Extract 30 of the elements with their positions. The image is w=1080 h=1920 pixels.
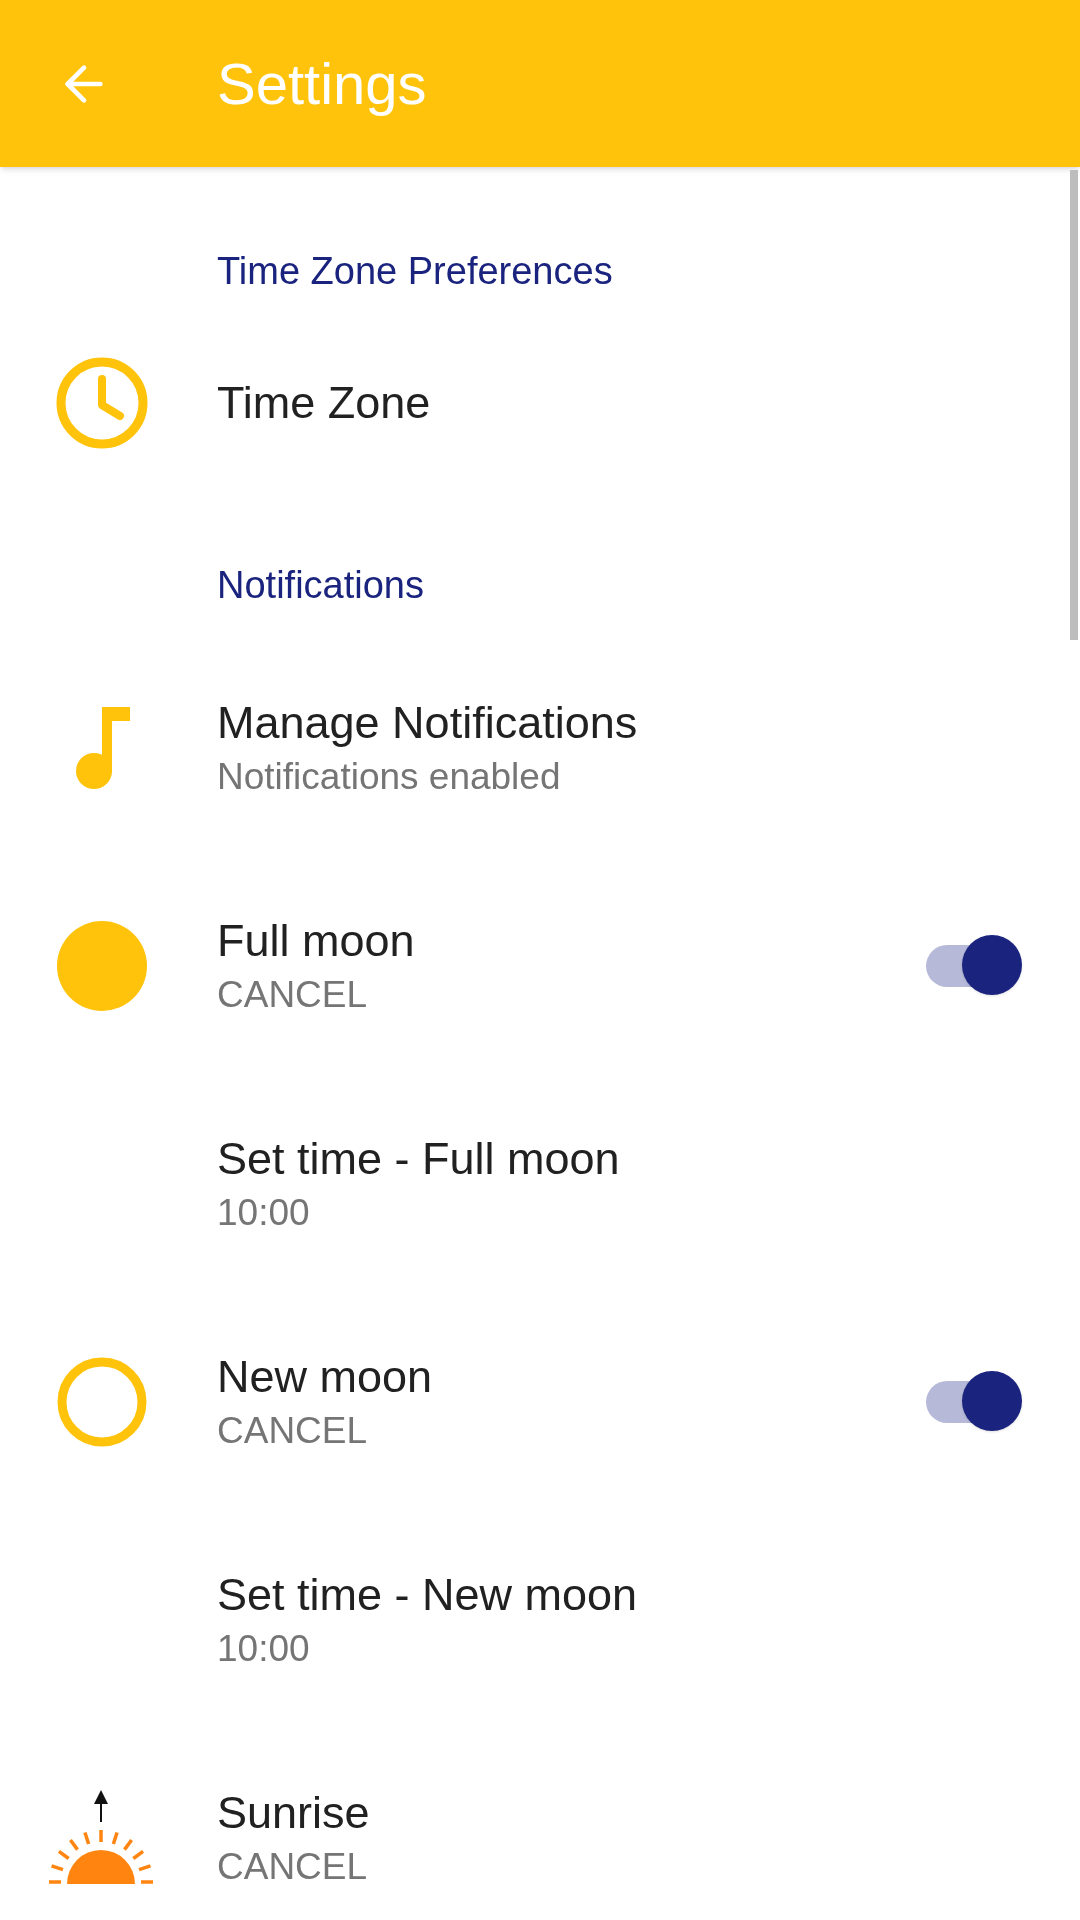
row-subtitle: CANCEL	[217, 973, 369, 1017]
section-header: Notifications	[217, 562, 424, 608]
row-subtitle: 10:00	[217, 1191, 311, 1235]
row-subtitle: CANCEL	[217, 1409, 369, 1453]
row-title: Manage Notifications	[217, 696, 639, 750]
music-note-icon	[74, 707, 130, 789]
settings-row[interactable]: Set time - Full moon 10:00	[0, 1075, 1080, 1293]
toggle-switch[interactable]	[926, 1371, 1022, 1433]
settings-row[interactable]: Manage Notifications Notifications enabled	[0, 639, 1080, 857]
section-header: Time Zone Preferences	[217, 248, 613, 294]
row-title: Time Zone	[217, 376, 432, 430]
row-title: Full moon	[217, 914, 416, 968]
clock-icon	[56, 357, 148, 449]
settings-row[interactable]: Sunrise CANCEL	[0, 1729, 1080, 1920]
settings-row[interactable]: New moon CANCEL	[0, 1293, 1080, 1511]
row-subtitle: CANCEL	[217, 1845, 369, 1889]
row-subtitle: 10:00	[217, 1627, 311, 1671]
settings-row[interactable]: Time Zone	[0, 325, 1080, 481]
settings-row[interactable]: Full moon CANCEL	[0, 857, 1080, 1075]
row-title: Sunrise	[217, 1786, 371, 1840]
row-title: New moon	[217, 1350, 434, 1404]
row-title: Set time - New moon	[217, 1568, 639, 1622]
screen-title: Settings	[217, 50, 427, 118]
toggle-switch[interactable]	[926, 935, 1022, 997]
filled-circle-icon	[56, 920, 148, 1012]
sunrise-icon	[49, 1790, 155, 1886]
settings-row[interactable]: Set time - New moon 10:00	[0, 1511, 1080, 1729]
row-title: Set time - Full moon	[217, 1132, 621, 1186]
ring-icon	[56, 1356, 148, 1448]
row-subtitle: Notifications enabled	[217, 755, 562, 799]
